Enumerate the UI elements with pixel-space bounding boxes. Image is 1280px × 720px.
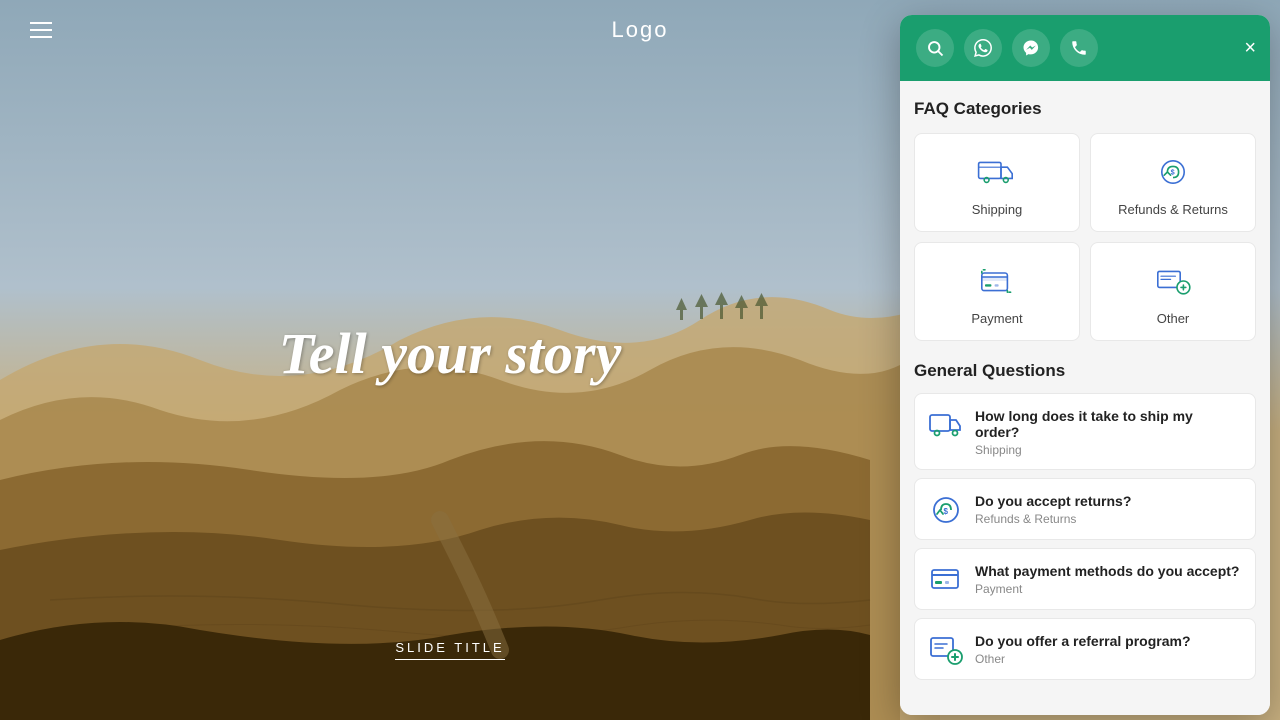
svg-text:$: $ bbox=[944, 507, 949, 516]
q1-title: How long does it take to ship my order? bbox=[975, 408, 1241, 440]
q3-title: What payment methods do you accept? bbox=[975, 563, 1241, 579]
panel-body: FAQ Categories Shipping $ bbox=[900, 81, 1270, 715]
slide-title: SLIDE TITLE bbox=[395, 640, 504, 660]
whatsapp-button[interactable] bbox=[964, 29, 1002, 67]
category-card-shipping[interactable]: Shipping bbox=[914, 133, 1080, 232]
category-card-refunds[interactable]: $ Refunds & Returns bbox=[1090, 133, 1256, 232]
phone-button[interactable] bbox=[1060, 29, 1098, 67]
question-card-q4[interactable]: Do you offer a referral program? Other bbox=[914, 618, 1256, 680]
q1-text: How long does it take to ship my order? … bbox=[975, 408, 1241, 457]
category-card-other[interactable]: Other bbox=[1090, 242, 1256, 341]
q4-text: Do you offer a referral program? Other bbox=[975, 633, 1241, 666]
q4-title: Do you offer a referral program? bbox=[975, 633, 1241, 649]
question-card-q2[interactable]: $ Do you accept returns? Refunds & Retur… bbox=[914, 478, 1256, 540]
messenger-button[interactable] bbox=[1012, 29, 1050, 67]
svg-text:$: $ bbox=[1171, 167, 1175, 176]
faq-category-grid: Shipping $ Refunds & Returns bbox=[914, 133, 1256, 341]
question-card-q1[interactable]: How long does it take to ship my order? … bbox=[914, 393, 1256, 470]
close-button[interactable]: × bbox=[1244, 38, 1256, 58]
category-card-payment[interactable]: Payment bbox=[914, 242, 1080, 341]
q2-title: Do you accept returns? bbox=[975, 493, 1241, 509]
q3-subtitle: Payment bbox=[975, 582, 1241, 596]
hero-section: Tell your story bbox=[0, 320, 900, 387]
q2-text: Do you accept returns? Refunds & Returns bbox=[975, 493, 1241, 526]
logo: Logo bbox=[612, 17, 669, 43]
category-label-payment: Payment bbox=[971, 311, 1022, 326]
panel-header: × bbox=[900, 15, 1270, 81]
q4-subtitle: Other bbox=[975, 652, 1241, 666]
slide-title-section: SLIDE TITLE bbox=[0, 639, 900, 660]
search-button[interactable] bbox=[916, 29, 954, 67]
category-label-refunds: Refunds & Returns bbox=[1118, 202, 1228, 217]
hamburger-menu[interactable] bbox=[30, 22, 52, 38]
q3-text: What payment methods do you accept? Paym… bbox=[975, 563, 1241, 596]
general-questions-title: General Questions bbox=[914, 361, 1256, 381]
q2-subtitle: Refunds & Returns bbox=[975, 512, 1241, 526]
q1-subtitle: Shipping bbox=[975, 443, 1241, 457]
hero-title: Tell your story bbox=[0, 320, 900, 387]
question-card-q3[interactable]: What payment methods do you accept? Paym… bbox=[914, 548, 1256, 610]
faq-categories-title: FAQ Categories bbox=[914, 99, 1256, 119]
category-label-other: Other bbox=[1157, 311, 1190, 326]
category-label-shipping: Shipping bbox=[972, 202, 1023, 217]
faq-panel: × FAQ Categories Shipping bbox=[900, 15, 1270, 715]
